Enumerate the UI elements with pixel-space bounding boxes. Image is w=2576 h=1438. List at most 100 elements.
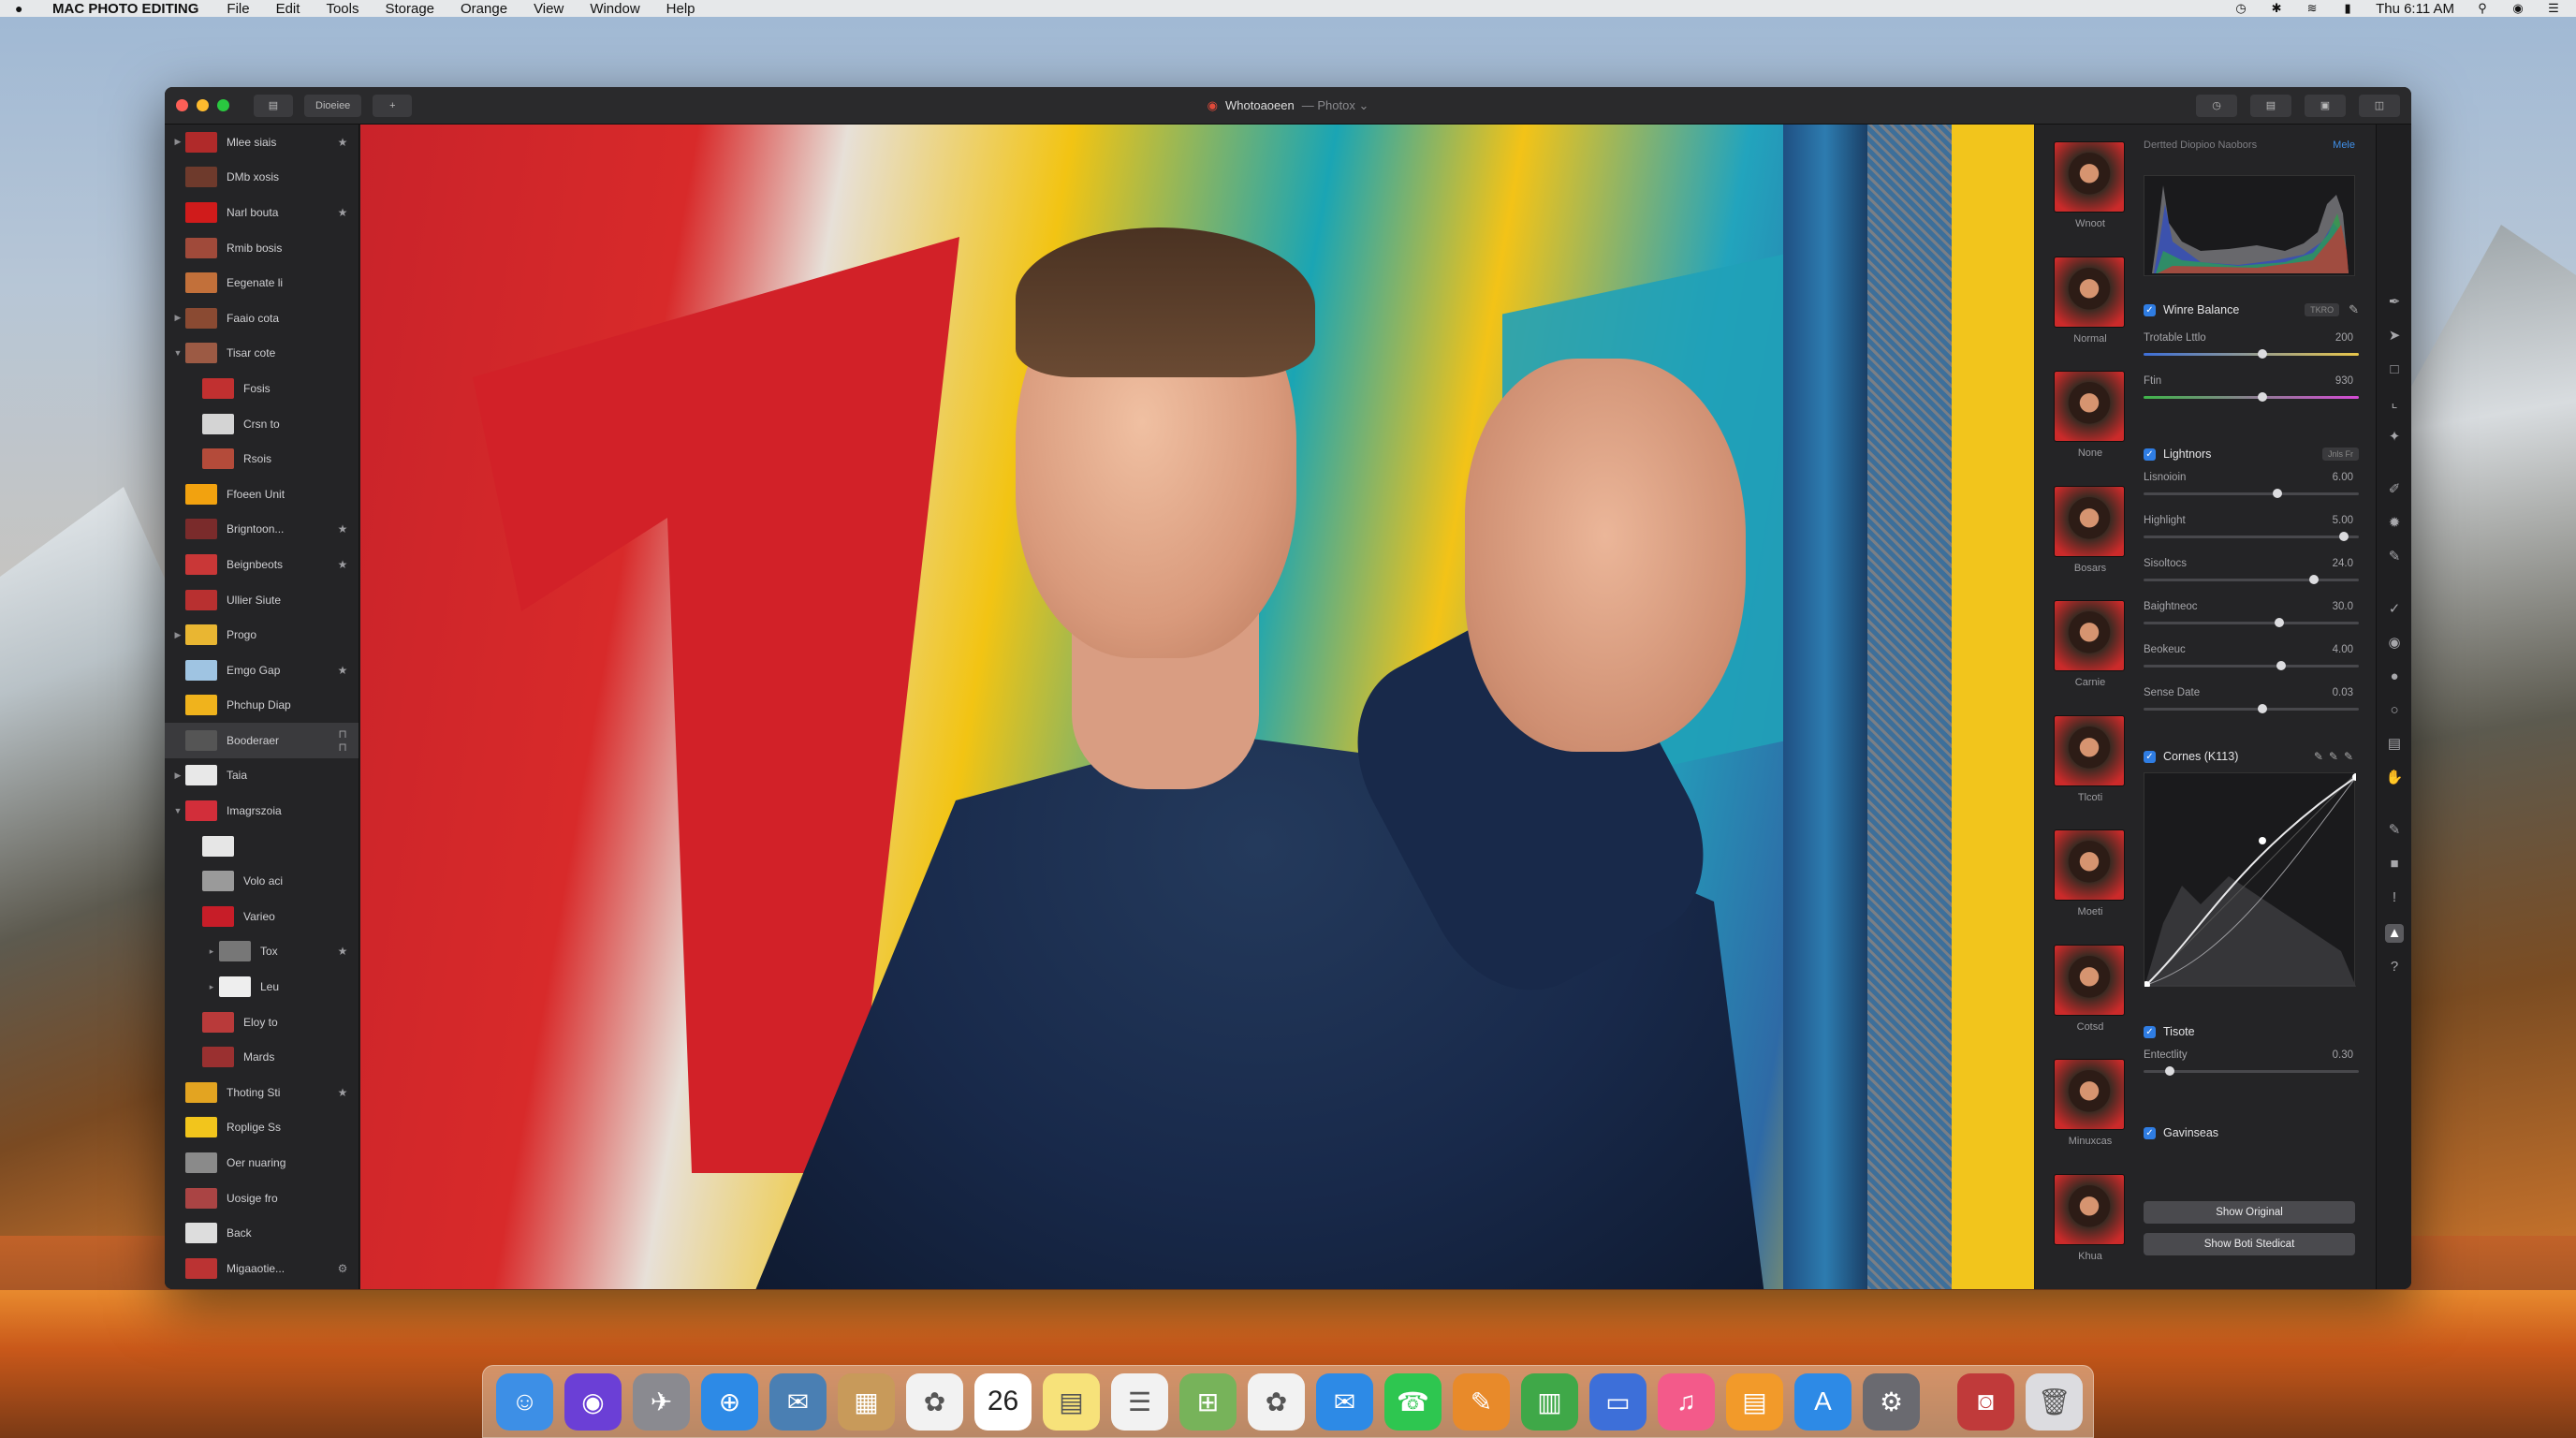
layer-badge-icon[interactable]: ★ (334, 136, 351, 149)
camera-tool-icon[interactable]: ◉ (2385, 634, 2404, 653)
slider-value[interactable]: 30.0 (2333, 601, 2353, 612)
dock-messages-icon[interactable]: ✉ (1316, 1372, 1373, 1431)
rect-select-icon[interactable]: □ (2385, 360, 2404, 379)
sponge-tool-icon[interactable]: ○ (2385, 701, 2404, 720)
gradient-tool-icon[interactable]: ▤ (2385, 735, 2404, 754)
time-machine-icon[interactable]: ◷ (2233, 1, 2248, 15)
layer-badge-icon[interactable]: ★ (334, 945, 351, 958)
layer-row[interactable]: ▶ Mlee siais ★ (165, 125, 359, 160)
slider-knob[interactable] (2274, 618, 2284, 627)
disclosure-icon[interactable]: ▶ (170, 137, 185, 147)
preset-tile[interactable]: Bosars (2054, 485, 2127, 574)
close-window-button[interactable] (176, 99, 188, 111)
layer-row[interactable]: ▼ Tisar cote (165, 336, 359, 372)
slider-track[interactable] (2144, 665, 2359, 668)
apple-menu-icon[interactable]: ● (15, 2, 28, 15)
compare-button[interactable]: ▤ (2250, 94, 2291, 117)
dock-ibooks-icon[interactable]: ▤ (1726, 1372, 1783, 1431)
white-balance-title[interactable]: Winre Balance (2163, 303, 2239, 316)
dock-trash-icon[interactable]: 🗑 (2026, 1372, 2083, 1431)
menu-window[interactable]: Window (590, 1, 639, 17)
document-name[interactable]: Whotoaoeen (1225, 98, 1295, 112)
shape-tool-icon[interactable]: ■ (2385, 855, 2404, 873)
layer-row[interactable]: Eegenate li (165, 265, 359, 301)
layer-row[interactable]: Eloy to (165, 1005, 359, 1040)
layer-row[interactable]: Beignbeots ★ (165, 547, 359, 582)
layer-row[interactable]: Rmib bosis (165, 230, 359, 266)
dock-finder-icon[interactable]: ☺ (496, 1372, 553, 1431)
slider-value[interactable]: 4.00 (2333, 644, 2353, 655)
layer-row[interactable]: Back (165, 1215, 359, 1251)
layer-row[interactable]: Varieo (165, 899, 359, 934)
menu-edit[interactable]: Edit (276, 1, 300, 17)
export-button[interactable]: ▣ (2305, 94, 2346, 117)
slider-track[interactable] (2144, 579, 2359, 581)
layer-badge-icon[interactable]: ★ (334, 664, 351, 677)
show-both-button[interactable]: Show Boti Stedicat (2144, 1233, 2355, 1255)
dock-preview-icon[interactable]: ✉ (769, 1372, 827, 1431)
menu-file[interactable]: File (227, 1, 249, 17)
image-canvas[interactable] (360, 125, 2034, 1289)
dock-itunes-icon[interactable]: ♫ (1658, 1372, 1715, 1431)
slider-knob[interactable] (2257, 392, 2267, 402)
preset-tile[interactable]: Normal (2054, 256, 2127, 345)
layer-row[interactable]: Emgo Gap ★ (165, 653, 359, 688)
eyedropper-icon[interactable]: ✎ (2349, 302, 2359, 317)
dock-keynote-icon[interactable]: ▭ (1589, 1372, 1647, 1431)
slider-knob[interactable] (2257, 349, 2267, 359)
slider-knob[interactable] (2164, 1066, 2174, 1076)
disclosure-icon[interactable]: ▼ (170, 806, 185, 815)
brush-tool-icon[interactable]: ✐ (2385, 480, 2404, 499)
dock-pages-icon[interactable]: ✎ (1453, 1372, 1510, 1431)
preset-tile[interactable]: Tlcoti (2054, 714, 2127, 803)
disclosure-icon[interactable]: ▶ (170, 770, 185, 781)
document-app-suffix[interactable]: — Photox ⌄ (1302, 98, 1369, 113)
dock-app-store-icon[interactable]: A (1794, 1372, 1852, 1431)
stamp-tool-icon[interactable]: ▲ (2385, 924, 2404, 943)
curves-title[interactable]: Cornes (K113) (2163, 750, 2238, 763)
slider-track[interactable] (2144, 353, 2359, 356)
layer-row[interactable]: Fosis (165, 371, 359, 406)
dock-numbers-icon[interactable]: ▥ (1521, 1372, 1578, 1431)
clone-tool-icon[interactable]: ✹ (2385, 514, 2404, 533)
slider-knob[interactable] (2338, 532, 2349, 541)
curves-eyedropper-icons[interactable]: ✎✎✎ (2314, 750, 2359, 763)
layer-row[interactable]: Crsn to (165, 406, 359, 442)
preset-tile[interactable]: Khua (2054, 1173, 2127, 1262)
dock-photo-booth-icon[interactable]: ◙ (1957, 1372, 2014, 1431)
curves-graph[interactable] (2143, 772, 2360, 989)
slider-value[interactable]: 24.0 (2333, 558, 2353, 569)
disclosure-icon[interactable]: ▶ (170, 313, 185, 323)
menu-storage[interactable]: Storage (385, 1, 434, 17)
layer-row[interactable]: Ullier Siute (165, 582, 359, 618)
layer-row[interactable]: ▶ Progo (165, 617, 359, 653)
slider-track[interactable] (2144, 492, 2359, 495)
dock-system-preferences-icon[interactable]: ⚙ (1863, 1372, 1920, 1431)
dock-photos-icon[interactable]: ✿ (1248, 1372, 1305, 1431)
pen-tool-icon[interactable]: ✒ (2385, 293, 2404, 312)
slider-track[interactable] (2144, 708, 2359, 711)
slider-track[interactable] (2144, 396, 2359, 399)
preset-tile[interactable]: Moeti (2054, 829, 2127, 917)
gavin-title[interactable]: Gavinseas (2163, 1126, 2218, 1139)
dock-calendar-icon[interactable]: 26 (974, 1372, 1032, 1431)
layer-row[interactable]: Mards (165, 1039, 359, 1075)
history-button[interactable]: ◷ (2196, 94, 2237, 117)
layer-row[interactable]: Thoting Sti ★ (165, 1075, 359, 1110)
hand-tool-icon[interactable]: ✋ (2385, 769, 2404, 787)
layer-row[interactable]: Rsois (165, 441, 359, 477)
zoom-window-button[interactable] (217, 99, 229, 111)
lights-auto-pill[interactable]: Jnls Fr (2322, 448, 2359, 461)
disclosure-icon[interactable]: ▼ (170, 348, 185, 358)
picker-tool-icon[interactable]: ✎ (2385, 821, 2404, 840)
lights-title[interactable]: Lightnors (2163, 448, 2211, 461)
layer-row[interactable]: Uosige fro (165, 1181, 359, 1216)
siri-icon[interactable]: ◉ (2510, 1, 2525, 15)
dock-stickies-icon[interactable]: ▤ (1043, 1372, 1100, 1431)
layer-badge-icon[interactable]: ★ (334, 522, 351, 536)
dock-reminders-icon[interactable]: ☰ (1111, 1372, 1168, 1431)
preset-tile[interactable]: Minuxcas (2054, 1059, 2127, 1147)
add-button[interactable]: + (373, 94, 413, 117)
layer-badge-icon[interactable]: ★ (334, 206, 351, 219)
menu-tools[interactable]: Tools (326, 1, 359, 17)
